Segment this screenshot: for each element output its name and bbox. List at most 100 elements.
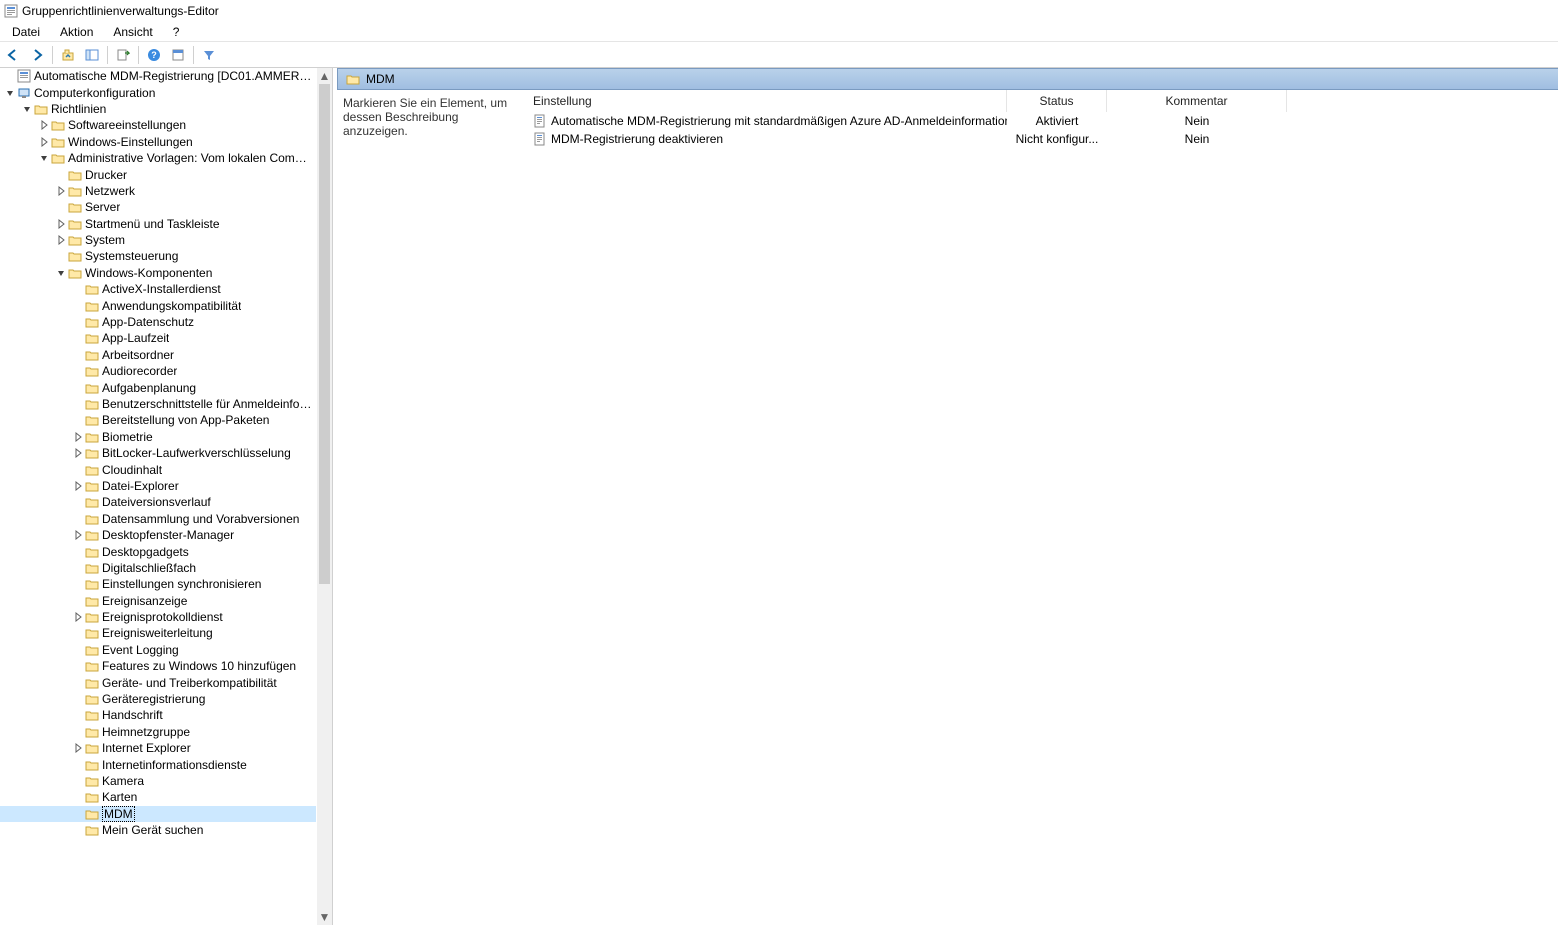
- folder-icon: [85, 577, 99, 591]
- tree-item-karten[interactable]: Karten: [0, 789, 316, 805]
- tree-item-internet-explorer[interactable]: Internet Explorer: [0, 740, 316, 756]
- back-button[interactable]: [2, 44, 24, 66]
- expander-closed-icon[interactable]: [72, 742, 84, 754]
- forward-button[interactable]: [26, 44, 48, 66]
- tree-item-desktopgadgets[interactable]: Desktopgadgets: [0, 543, 316, 559]
- tree-item-ereignisprotokolldienst[interactable]: Ereignisprotokolldienst: [0, 609, 316, 625]
- folder-icon: [85, 348, 99, 362]
- tree-item-bitlocker[interactable]: BitLocker-Laufwerkverschlüsselung: [0, 445, 316, 461]
- tree-item-digitalschliessfach[interactable]: Digitalschließfach: [0, 560, 316, 576]
- tree-item-activex[interactable]: ActiveX-Installerdienst: [0, 281, 316, 297]
- expander-closed-icon[interactable]: [72, 529, 84, 541]
- expander-closed-icon[interactable]: [55, 234, 67, 246]
- expander-none: [72, 791, 84, 803]
- tree-item-system[interactable]: System: [0, 232, 316, 248]
- expander-none: [72, 365, 84, 377]
- expander-closed-icon[interactable]: [55, 185, 67, 197]
- tree-item-geraeteregistrierung[interactable]: Geräteregistrierung: [0, 691, 316, 707]
- scroll-up-icon[interactable]: ▲: [317, 68, 332, 84]
- menu-aktion[interactable]: Aktion: [50, 23, 103, 41]
- expander-open-icon[interactable]: [21, 103, 33, 115]
- tree-item-bereitstellung-app[interactable]: Bereitstellung von App-Paketen: [0, 412, 316, 428]
- expander-closed-icon[interactable]: [72, 431, 84, 443]
- tree-item-startmenue-taskleiste[interactable]: Startmenü und Taskleiste: [0, 216, 316, 232]
- folder-icon: [85, 758, 99, 772]
- tree-item-cloudinhalt[interactable]: Cloudinhalt: [0, 461, 316, 477]
- expander-closed-icon[interactable]: [38, 136, 50, 148]
- scrollbar-vertical[interactable]: ▲ ▼: [316, 68, 332, 925]
- setting-icon: [533, 114, 547, 128]
- tree-label: Datensammlung und Vorabversionen: [102, 512, 299, 526]
- show-hide-tree-button[interactable]: [81, 44, 103, 66]
- export-button[interactable]: [112, 44, 134, 66]
- folder-icon: [346, 72, 360, 86]
- expander-open-icon[interactable]: [55, 267, 67, 279]
- expander-closed-icon[interactable]: [72, 611, 84, 623]
- expander-none: [72, 398, 84, 410]
- tree-item-ereignisweiterleitung[interactable]: Ereignisweiterleitung: [0, 625, 316, 641]
- tree-item-ereignisanzeige[interactable]: Ereignisanzeige: [0, 593, 316, 609]
- menu-datei[interactable]: Datei: [2, 23, 50, 41]
- settings-list: Einstellung Status Kommentar Automatisch…: [527, 90, 1558, 925]
- folder-icon: [85, 741, 99, 755]
- tree-item-systemsteuerung[interactable]: Systemsteuerung: [0, 248, 316, 264]
- expander-closed-icon[interactable]: [38, 119, 50, 131]
- tree[interactable]: Automatische MDM-Registrierung [DC01.AMM…: [0, 68, 316, 925]
- tree-item-windows-einstellungen[interactable]: Windows-Einstellungen: [0, 134, 316, 150]
- tree-item-features-win10[interactable]: Features zu Windows 10 hinzufügen: [0, 658, 316, 674]
- tree-item-computerkonfiguration[interactable]: Computerkonfiguration: [0, 84, 316, 100]
- column-comment[interactable]: Kommentar: [1107, 90, 1287, 112]
- tree-item-handschrift[interactable]: Handschrift: [0, 707, 316, 723]
- column-status[interactable]: Status: [1007, 90, 1107, 112]
- list-item[interactable]: MDM-Registrierung deaktivierenNicht konf…: [527, 130, 1558, 148]
- menu-ansicht[interactable]: Ansicht: [103, 23, 162, 41]
- tree-item-desktopfenster-manager[interactable]: Desktopfenster-Manager: [0, 527, 316, 543]
- tree-item-softwareeinstellungen[interactable]: Softwareeinstellungen: [0, 117, 316, 133]
- tree-item-geraete-treiber[interactable]: Geräte- und Treiberkompatibilität: [0, 674, 316, 690]
- tree-item-root[interactable]: Automatische MDM-Registrierung [DC01.AMM…: [0, 68, 316, 84]
- tree-item-aufgabenplanung[interactable]: Aufgabenplanung: [0, 379, 316, 395]
- folder-icon: [85, 495, 99, 509]
- help-button[interactable]: ?: [143, 44, 165, 66]
- expander-open-icon[interactable]: [4, 87, 16, 99]
- tree-item-windows-komponenten[interactable]: Windows-Komponenten: [0, 265, 316, 281]
- tree-item-event-logging[interactable]: Event Logging: [0, 642, 316, 658]
- tree-item-administrative-vorlagen[interactable]: Administrative Vorlagen: Vom lokalen Com…: [0, 150, 316, 166]
- tree-item-datei-explorer[interactable]: Datei-Explorer: [0, 478, 316, 494]
- expander-open-icon[interactable]: [38, 152, 50, 164]
- tree-label: Digitalschließfach: [102, 561, 196, 575]
- tree-item-heimnetzgruppe[interactable]: Heimnetzgruppe: [0, 724, 316, 740]
- tree-item-datensammlung[interactable]: Datensammlung und Vorabversionen: [0, 511, 316, 527]
- up-button[interactable]: [57, 44, 79, 66]
- filter-button[interactable]: [198, 44, 220, 66]
- expander-closed-icon[interactable]: [72, 447, 84, 459]
- tree-item-iis[interactable]: Internetinformationsdienste: [0, 756, 316, 772]
- scroll-down-icon[interactable]: ▼: [317, 909, 332, 925]
- scroll-thumb[interactable]: [319, 84, 330, 584]
- menu-help[interactable]: ?: [163, 23, 190, 41]
- expander-closed-icon[interactable]: [55, 218, 67, 230]
- properties-button[interactable]: [167, 44, 189, 66]
- tree-item-server[interactable]: Server: [0, 199, 316, 215]
- window: Gruppenrichtlinienverwaltungs-Editor Dat…: [0, 0, 1558, 925]
- tree-item-einstellungen-sync[interactable]: Einstellungen synchronisieren: [0, 576, 316, 592]
- expander-none: [72, 332, 84, 344]
- tree-item-benutzerschnittstelle[interactable]: Benutzerschnittstelle für Anmeldeinforma…: [0, 396, 316, 412]
- tree-item-app-datenschutz[interactable]: App-Datenschutz: [0, 314, 316, 330]
- folder-icon: [68, 217, 82, 231]
- tree-item-biometrie[interactable]: Biometrie: [0, 429, 316, 445]
- tree-item-mdm[interactable]: MDM: [0, 806, 316, 822]
- tree-item-dateiversionsverlauf[interactable]: Dateiversionsverlauf: [0, 494, 316, 510]
- column-setting[interactable]: Einstellung: [527, 90, 1007, 112]
- tree-item-kamera[interactable]: Kamera: [0, 773, 316, 789]
- tree-item-anwendungskompat[interactable]: Anwendungskompatibilität: [0, 297, 316, 313]
- tree-item-app-laufzeit[interactable]: App-Laufzeit: [0, 330, 316, 346]
- expander-closed-icon[interactable]: [72, 480, 84, 492]
- tree-item-mein-geraet-suchen[interactable]: Mein Gerät suchen: [0, 822, 316, 838]
- tree-item-richtlinien[interactable]: Richtlinien: [0, 101, 316, 117]
- list-item[interactable]: Automatische MDM-Registrierung mit stand…: [527, 112, 1558, 130]
- tree-item-audiorecorder[interactable]: Audiorecorder: [0, 363, 316, 379]
- tree-item-arbeitsordner[interactable]: Arbeitsordner: [0, 347, 316, 363]
- tree-item-netzwerk[interactable]: Netzwerk: [0, 183, 316, 199]
- tree-item-drucker[interactable]: Drucker: [0, 166, 316, 182]
